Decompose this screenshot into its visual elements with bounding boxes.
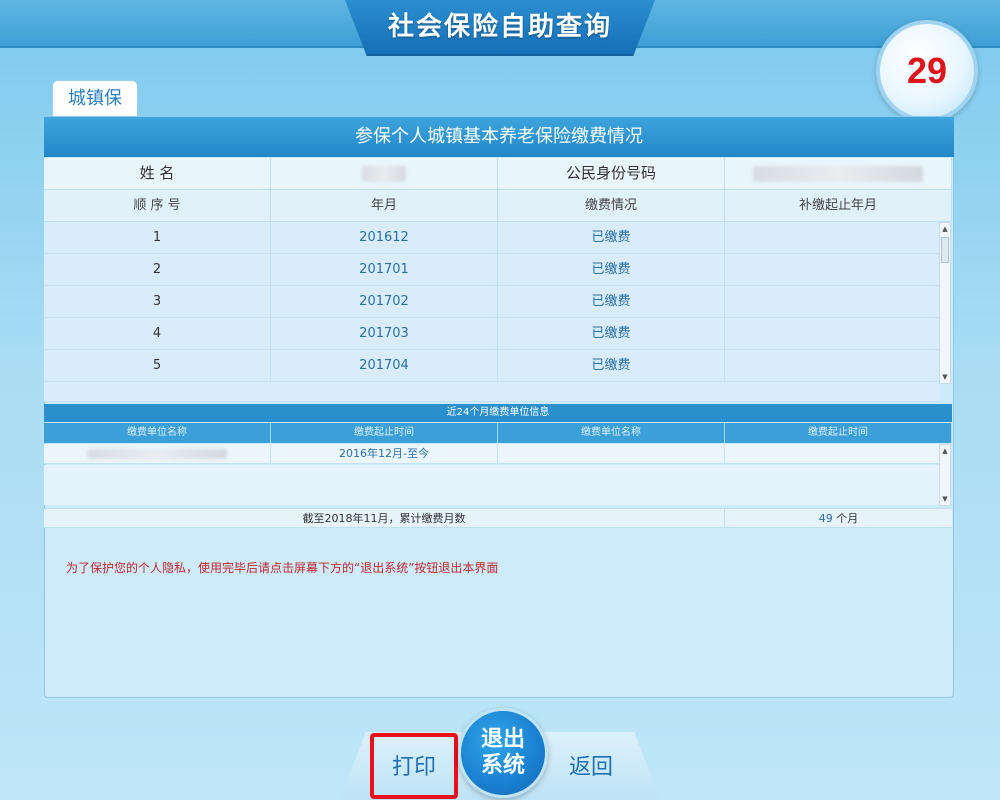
row-seq: 5 [44,350,271,381]
id-value [725,158,952,190]
unit-name [44,444,271,463]
name-value [271,158,498,190]
page-title: 社会保险自助查询 [387,12,612,42]
units-section-title: 近24个月缴费单位信息 [44,404,952,422]
id-label: 公民身份号码 [498,158,725,190]
table-row: 5 201704 已缴费 [44,350,940,382]
units-table-scrollbar[interactable]: ▲ ▼ [939,444,951,506]
table-row-partial [44,382,940,402]
exit-label-line2: 系统 [480,753,525,778]
table-row: 4 201703 已缴费 [44,318,940,350]
total-value: 49 个月 [725,509,952,527]
row-month: 201702 [271,286,498,317]
row-seq: 1 [44,222,271,253]
units-header-period-2: 缴费起止时间 [725,423,952,443]
row-month: 201701 [271,254,498,285]
header-month: 年月 [271,190,498,222]
row-supplement [725,350,940,381]
back-button[interactable]: 返回 [558,748,624,788]
units-header-name-1: 缴费单位名称 [44,423,271,443]
units-header-name-2: 缴费单位名称 [498,423,725,443]
personal-info-row: 姓 名 公民身份号码 [44,158,952,190]
row-seq: 3 [44,286,271,317]
total-label: 截至2018年11月，累计缴费月数 [44,509,725,527]
row-seq: 4 [44,318,271,349]
row-status: 已缴费 [498,318,725,349]
units-table-row: 2016年12月-至今 [44,444,940,464]
privacy-notice: 为了保护您的个人隐私，使用完毕后请点击屏幕下方的“退出系统”按钮退出本界面 [66,561,499,575]
table-row: 2 201701 已缴费 [44,254,940,286]
row-month: 201703 [271,318,498,349]
table-row: 1 201612 已缴费 [44,222,940,254]
units-table-empty [44,465,940,505]
total-months-row: 截至2018年11月，累计缴费月数 49 个月 [44,508,952,528]
header-seq: 顺 序 号 [44,190,271,222]
row-supplement [725,254,940,285]
row-status: 已缴费 [498,286,725,317]
row-status: 已缴费 [498,350,725,381]
row-status: 已缴费 [498,254,725,285]
units-header-period-1: 缴费起止时间 [271,423,498,443]
print-button[interactable]: 打印 [370,733,458,799]
row-month: 201612 [271,222,498,253]
table-header: 顺 序 号 年月 缴费情况 补缴起止年月 [44,190,952,222]
row-supplement [725,222,940,253]
payment-table: 1 201612 已缴费 2 201701 已缴费 3 201702 已缴费 4… [44,222,940,382]
total-count: 49 [818,512,833,525]
unit-period: 2016年12月-至今 [271,444,498,463]
scroll-thumb[interactable] [941,237,949,263]
header-supplement: 补缴起止年月 [725,190,952,222]
row-month: 201704 [271,350,498,381]
units-scroll-down-arrow[interactable]: ▼ [940,494,950,504]
exit-system-button[interactable]: 退出 系统 [458,708,548,798]
unit-name-2 [498,444,725,463]
row-status: 已缴费 [498,222,725,253]
table-row: 3 201702 已缴费 [44,286,940,318]
header-status: 缴费情况 [498,190,725,222]
unit-period-2 [725,444,940,463]
panel-title: 参保个人城镇基本养老保险缴费情况 [44,117,954,157]
row-seq: 2 [44,254,271,285]
units-table-header: 缴费单位名称 缴费起止时间 缴费单位名称 缴费起止时间 [44,423,952,443]
scroll-down-arrow[interactable]: ▼ [940,372,950,382]
name-label: 姓 名 [44,158,271,190]
row-supplement [725,318,940,349]
tab-urban-insurance[interactable]: 城镇保 [52,80,138,116]
row-supplement [725,286,940,317]
total-unit: 个月 [836,512,859,525]
scroll-up-arrow[interactable]: ▲ [940,224,950,234]
countdown-value: 29 [906,50,948,91]
units-scroll-up-arrow[interactable]: ▲ [940,446,950,456]
payment-table-scrollbar[interactable]: ▲ ▼ [939,222,951,384]
exit-label-line1: 退出 [480,727,525,752]
countdown-timer: 29 [876,20,978,122]
